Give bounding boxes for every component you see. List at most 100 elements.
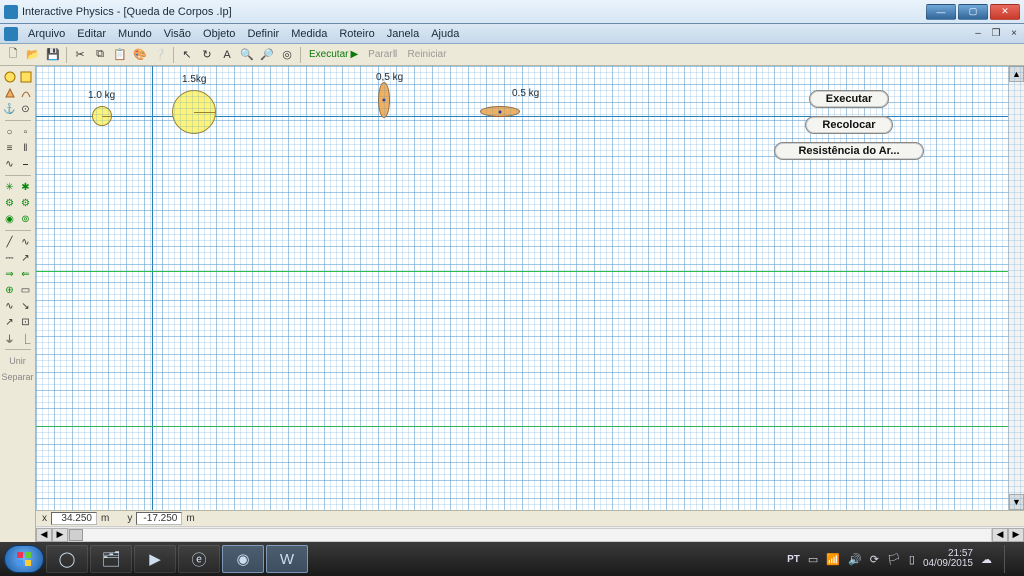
ball-large[interactable] bbox=[172, 90, 216, 134]
new-button[interactable]: 🗋 bbox=[4, 46, 22, 64]
rod-tool[interactable]: ⎯ bbox=[19, 157, 33, 171]
menu-mundo[interactable]: Mundo bbox=[112, 26, 158, 42]
taskbar-explorer[interactable]: 🗂 bbox=[90, 545, 132, 573]
horizontal-scrollbar[interactable]: ◀ ▶ ◀ ▶ bbox=[36, 526, 1024, 542]
sim-air-button[interactable]: Resistência do Ar... bbox=[774, 142, 924, 160]
spline-tool[interactable]: ∿ bbox=[3, 157, 17, 171]
zoom-out-tool[interactable]: 🔎 bbox=[258, 46, 276, 64]
tray-language[interactable]: PT bbox=[787, 554, 800, 565]
scroll-left2-button[interactable]: ▶ bbox=[52, 528, 68, 542]
scroll-down-button[interactable]: ▼ bbox=[1009, 494, 1024, 510]
scroll-right2-button[interactable]: ◀ bbox=[992, 528, 1008, 542]
tray-network-icon[interactable]: 📶 bbox=[826, 553, 840, 566]
paste-button[interactable]: 📋 bbox=[111, 46, 129, 64]
tray-flag-icon[interactable]: ▭ bbox=[808, 553, 818, 566]
wave-tool[interactable]: ∿ bbox=[3, 299, 17, 313]
graph-tool[interactable]: ▭ bbox=[19, 283, 33, 297]
polygon-tool[interactable] bbox=[3, 86, 17, 100]
help-button[interactable]: ❔ bbox=[151, 46, 169, 64]
menu-visao[interactable]: Visão bbox=[158, 26, 197, 42]
scroll-left-button[interactable]: ◀ bbox=[36, 528, 52, 542]
mdi-close-button[interactable]: × bbox=[1006, 27, 1022, 41]
misc-tool[interactable]: ⊡ bbox=[19, 315, 33, 329]
save-button[interactable]: 💾 bbox=[44, 46, 62, 64]
circle-tool[interactable] bbox=[3, 70, 17, 84]
pointer-tool[interactable]: ↖ bbox=[178, 46, 196, 64]
taskbar-media[interactable]: ▶ bbox=[134, 545, 176, 573]
pin-tool[interactable]: ⊙ bbox=[19, 102, 33, 116]
link-label[interactable]: Unir bbox=[9, 354, 26, 368]
menu-janela[interactable]: Janela bbox=[381, 26, 425, 42]
mdi-minimize-button[interactable]: – bbox=[970, 27, 986, 41]
menu-ajuda[interactable]: Ajuda bbox=[425, 26, 465, 42]
separate-label[interactable]: Separar bbox=[1, 370, 33, 384]
rope-tool[interactable]: ⎓ bbox=[3, 251, 17, 265]
taskbar-interactive-physics[interactable]: ◉ bbox=[222, 545, 264, 573]
simulation-canvas[interactable]: 1.0 kg 1.5kg 0,5 kg 0.5 kg Executar Reco… bbox=[36, 66, 1024, 510]
menu-medida[interactable]: Medida bbox=[285, 26, 333, 42]
actuator2-tool[interactable]: ⇐ bbox=[19, 267, 33, 281]
vline-tool[interactable]: ‖ bbox=[19, 141, 33, 155]
paint-button[interactable]: 🎨 bbox=[131, 46, 149, 64]
actuator-tool[interactable]: ⇒ bbox=[3, 267, 17, 281]
vertical-scrollbar[interactable]: ▲ ▼ bbox=[1008, 66, 1024, 510]
line-tool[interactable]: ≡ bbox=[3, 141, 17, 155]
tray-weather-icon[interactable]: ☁ bbox=[981, 553, 992, 566]
ground-tool[interactable]: ⏚ bbox=[3, 331, 17, 345]
fit-tool[interactable]: ◎ bbox=[278, 46, 296, 64]
gear2-tool[interactable]: ✱ bbox=[19, 180, 33, 194]
pulley-tool[interactable]: ◉ bbox=[3, 212, 17, 226]
taskbar-word[interactable]: W bbox=[266, 545, 308, 573]
sim-run-button[interactable]: Executar bbox=[809, 90, 889, 108]
curve-tool[interactable] bbox=[19, 86, 33, 100]
square-tool[interactable] bbox=[19, 70, 33, 84]
tray-action-icon[interactable]: 🏳 bbox=[887, 553, 901, 566]
ball-small[interactable] bbox=[92, 106, 112, 126]
zoom-in-tool[interactable]: 🔍 bbox=[238, 46, 256, 64]
belt-tool[interactable]: ⊚ bbox=[19, 212, 33, 226]
ellipse-vertical[interactable] bbox=[378, 82, 390, 118]
damper-tool[interactable]: ∿ bbox=[19, 235, 33, 249]
text-tool[interactable]: A bbox=[218, 46, 236, 64]
start-button[interactable] bbox=[4, 545, 44, 573]
force-tool[interactable]: ↗ bbox=[19, 251, 33, 265]
motor-tool[interactable]: ⚙ bbox=[3, 196, 17, 210]
stop-button[interactable]: Parar Ⅱ bbox=[364, 49, 401, 60]
spring-tool[interactable]: ╱ bbox=[3, 235, 17, 249]
scroll-up-button[interactable]: ▲ bbox=[1009, 66, 1024, 82]
run-button[interactable]: Executar▶ bbox=[305, 49, 362, 60]
menu-roteiro[interactable]: Roteiro bbox=[333, 26, 380, 42]
ellipse-horizontal[interactable] bbox=[480, 106, 520, 117]
point-tool[interactable]: ○ bbox=[3, 125, 17, 139]
taskbar-ie[interactable]: ⓔ bbox=[178, 545, 220, 573]
copy-button[interactable]: ⧉ bbox=[91, 46, 109, 64]
wall-tool[interactable]: ⎿ bbox=[19, 331, 33, 345]
scroll-right-button[interactable]: ▶ bbox=[1008, 528, 1024, 542]
menu-definir[interactable]: Definir bbox=[241, 26, 285, 42]
square-joint-tool[interactable]: ▫ bbox=[19, 125, 33, 139]
meter-tool[interactable]: ⊕ bbox=[3, 283, 17, 297]
maximize-button[interactable]: ▢ bbox=[958, 4, 988, 20]
menu-editar[interactable]: Editar bbox=[71, 26, 112, 42]
motor2-tool[interactable]: ⚙ bbox=[19, 196, 33, 210]
tray-clock[interactable]: 21:57 04/09/2015 bbox=[923, 549, 973, 570]
open-button[interactable]: 📂 bbox=[24, 46, 42, 64]
tray-volume-icon[interactable]: 🔊 bbox=[848, 553, 862, 566]
arrow-tool[interactable]: ↘ bbox=[19, 299, 33, 313]
close-button[interactable]: ✕ bbox=[990, 4, 1020, 20]
cut-button[interactable]: ✂ bbox=[71, 46, 89, 64]
anchor-tool[interactable]: ⚓ bbox=[3, 102, 17, 116]
sim-reset-button[interactable]: Recolocar bbox=[805, 116, 892, 134]
vector-tool[interactable]: ↗ bbox=[3, 315, 17, 329]
rotate-tool[interactable]: ↻ bbox=[198, 46, 216, 64]
minimize-button[interactable]: — bbox=[926, 4, 956, 20]
taskbar-chrome[interactable]: ◯ bbox=[46, 545, 88, 573]
tray-battery-icon[interactable]: ▯ bbox=[909, 553, 915, 566]
tray-updates-icon[interactable]: ⟳ bbox=[870, 553, 879, 566]
mdi-restore-button[interactable]: ❐ bbox=[988, 27, 1004, 41]
gear-tool[interactable]: ✳ bbox=[3, 180, 17, 194]
menu-objeto[interactable]: Objeto bbox=[197, 26, 241, 42]
show-desktop-button[interactable] bbox=[1004, 545, 1014, 573]
menu-arquivo[interactable]: Arquivo bbox=[22, 26, 71, 42]
reset-button[interactable]: Reiniciar bbox=[404, 49, 451, 60]
